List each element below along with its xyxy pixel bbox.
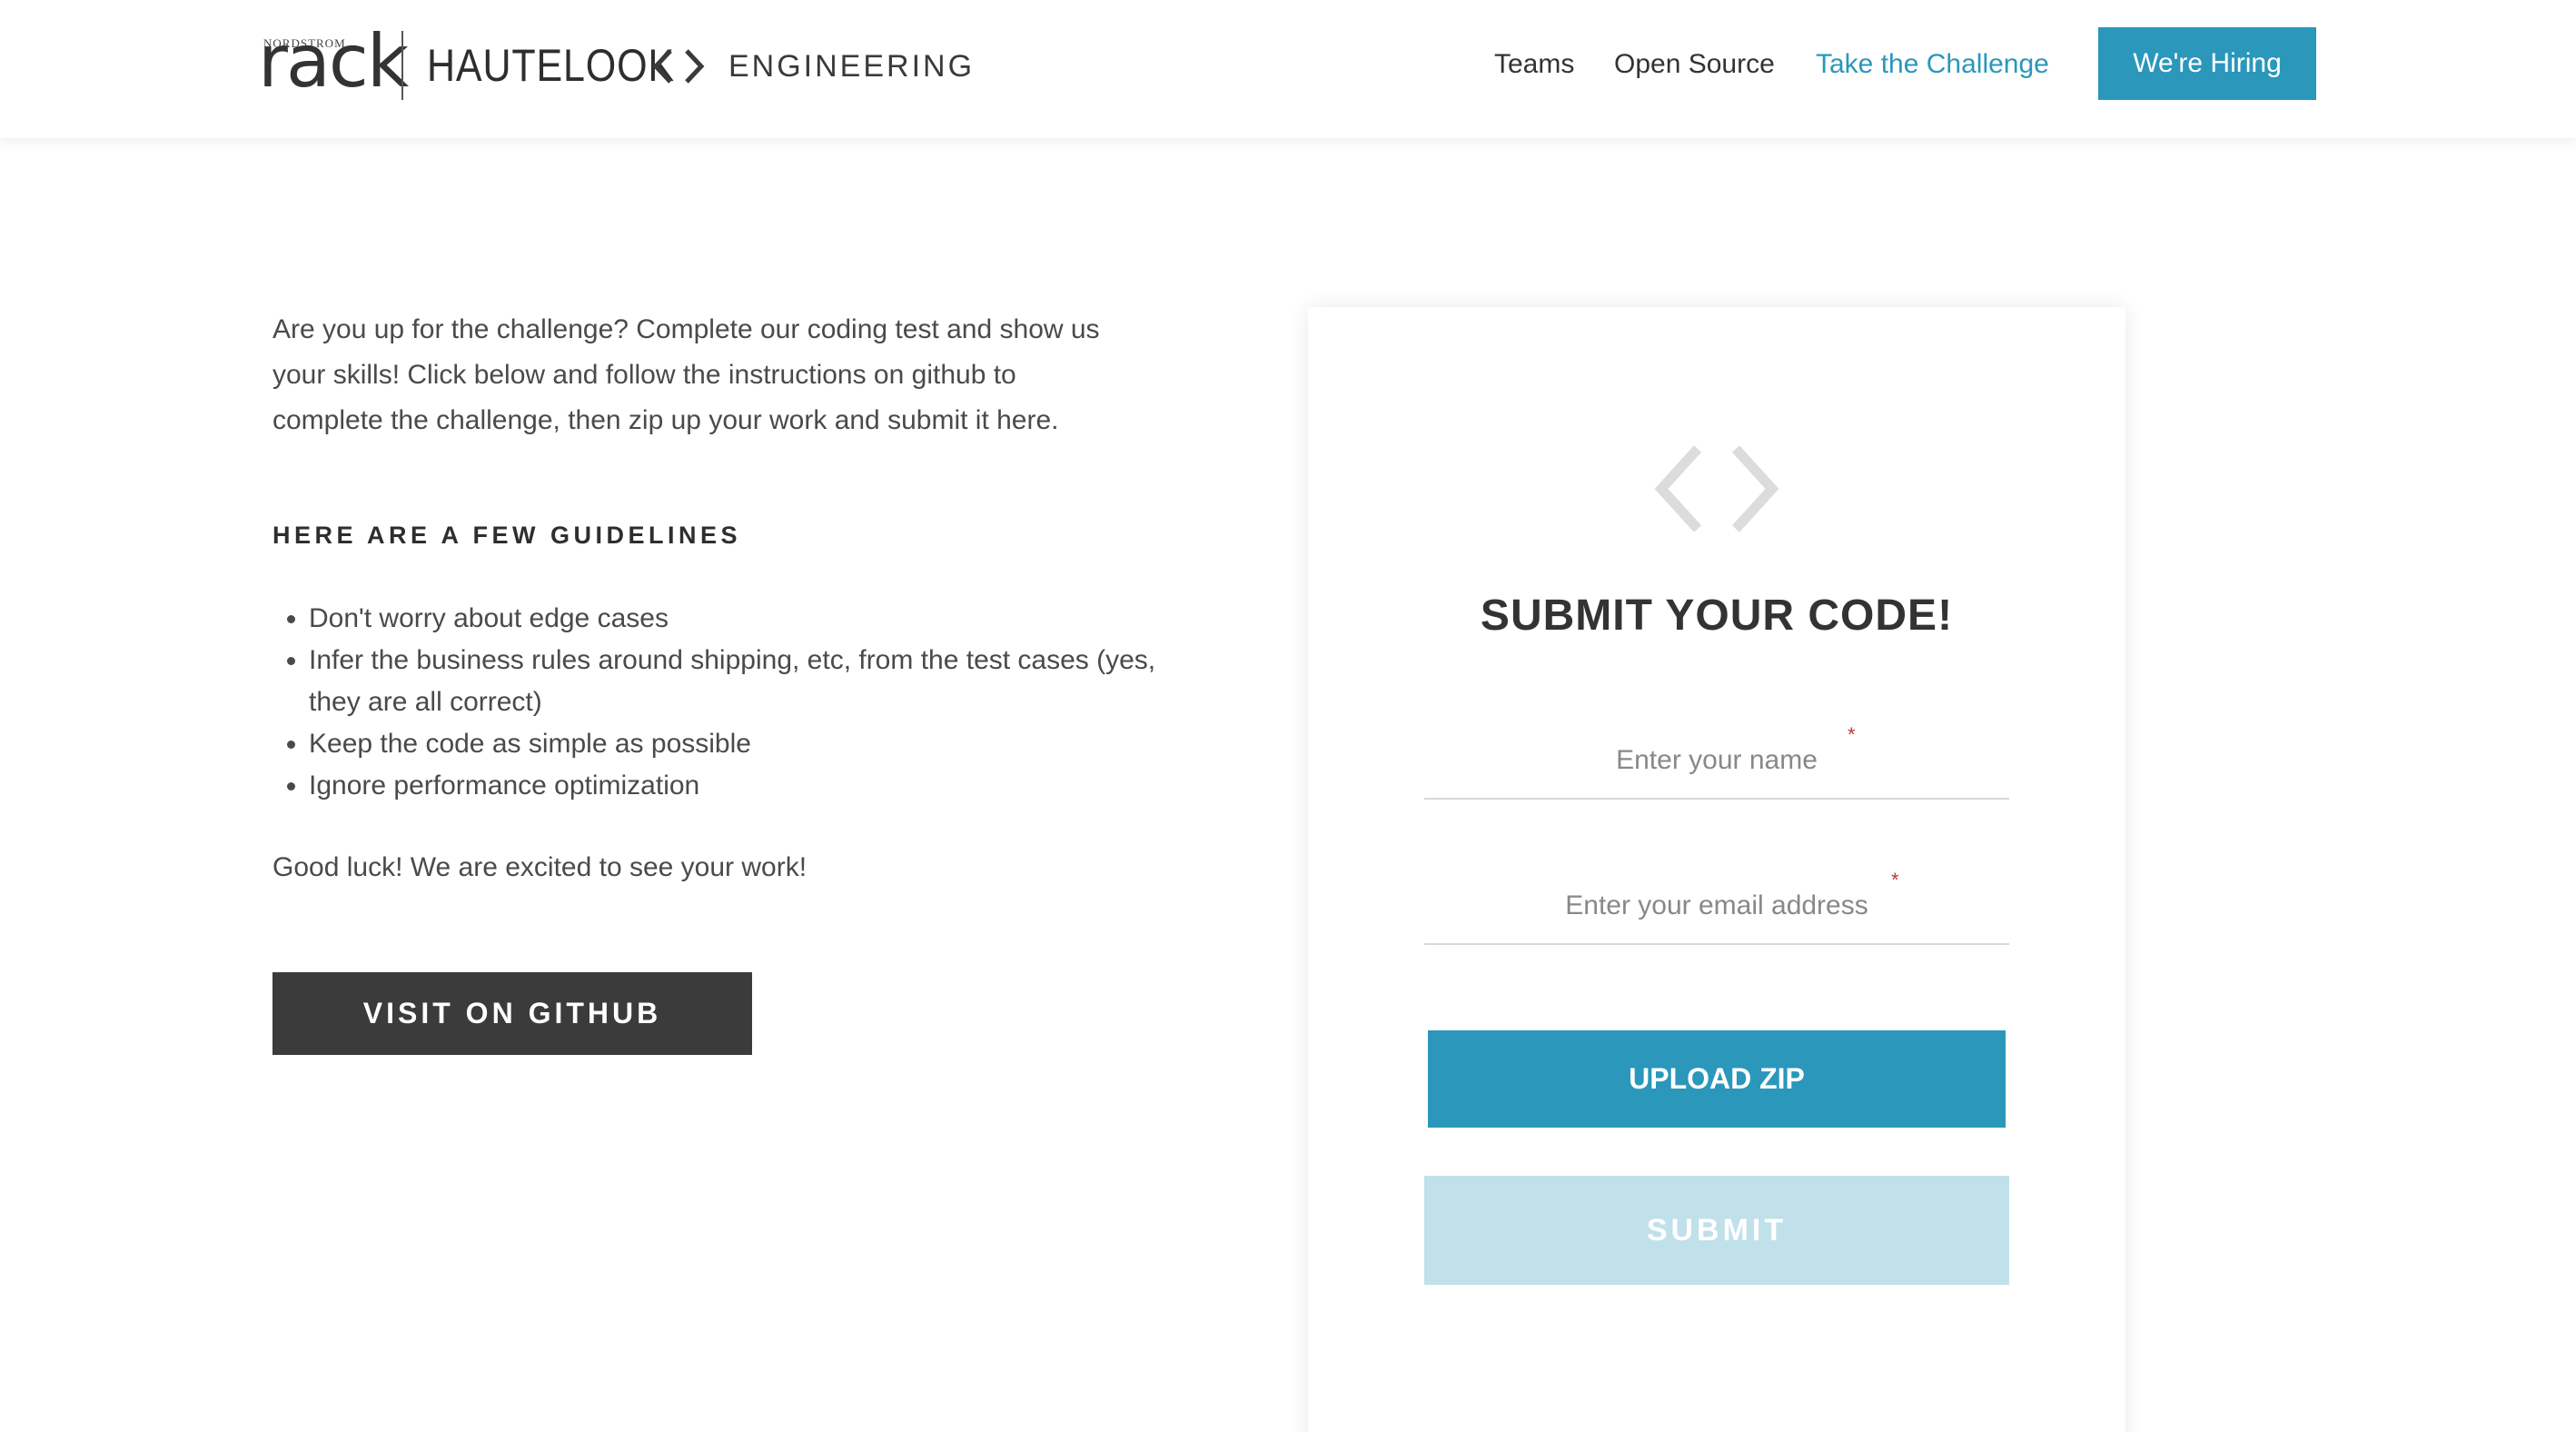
submit-code-title: SUBMIT YOUR CODE! xyxy=(1480,592,1954,640)
required-marker: * xyxy=(1848,723,1856,746)
guideline-item: Keep the code as simple as possible xyxy=(309,723,1163,765)
were-hiring-button[interactable]: We're Hiring xyxy=(2098,27,2316,100)
guideline-item: Infer the business rules around shipping… xyxy=(309,640,1163,723)
guidelines-heading: HERE ARE A FEW GUIDELINES xyxy=(272,522,742,549)
visit-on-github-button[interactable]: VISIT ON GITHUB xyxy=(272,972,752,1055)
closing-text: Good luck! We are excited to see your wo… xyxy=(272,852,807,882)
email-input[interactable] xyxy=(1424,834,2009,941)
nav-open-source-link[interactable]: Open Source xyxy=(1614,45,1775,84)
nav-teams-link[interactable]: Teams xyxy=(1494,45,1574,84)
code-brackets-icon xyxy=(652,49,705,84)
brand-divider xyxy=(401,31,403,100)
name-field: * xyxy=(1424,689,2009,800)
brand-hautelook-logo[interactable]: HAUTELOOK xyxy=(427,40,675,91)
upload-zip-button[interactable]: UPLOAD ZIP xyxy=(1428,1030,2006,1128)
challenge-intro-text: Are you up for the challenge? Complete o… xyxy=(272,314,1100,435)
guidelines-list: Don't worry about edge cases Infer the b… xyxy=(272,598,1163,807)
brand-rack-logo[interactable]: rack xyxy=(258,25,409,98)
guideline-item: Don't worry about edge cases xyxy=(309,598,1163,640)
submit-code-card: SUBMIT YOUR CODE! * * UPLOAD ZIP SUBMIT xyxy=(1308,307,2125,1432)
required-marker: * xyxy=(1891,869,1899,891)
email-field: * xyxy=(1424,834,2009,945)
submit-button[interactable]: SUBMIT xyxy=(1424,1176,2009,1285)
brand-engineering-label: ENGINEERING xyxy=(728,49,976,84)
page: NORDSTROM rack HAUTELOOK ENGINEERING Tea… xyxy=(0,0,2576,1432)
guideline-item: Ignore performance optimization xyxy=(309,765,1163,807)
name-input[interactable] xyxy=(1424,689,2009,796)
nav-take-the-challenge-link[interactable]: Take the Challenge xyxy=(1816,45,2049,84)
code-brackets-icon xyxy=(1654,445,1779,532)
site-header: NORDSTROM rack HAUTELOOK ENGINEERING Tea… xyxy=(0,0,2576,138)
